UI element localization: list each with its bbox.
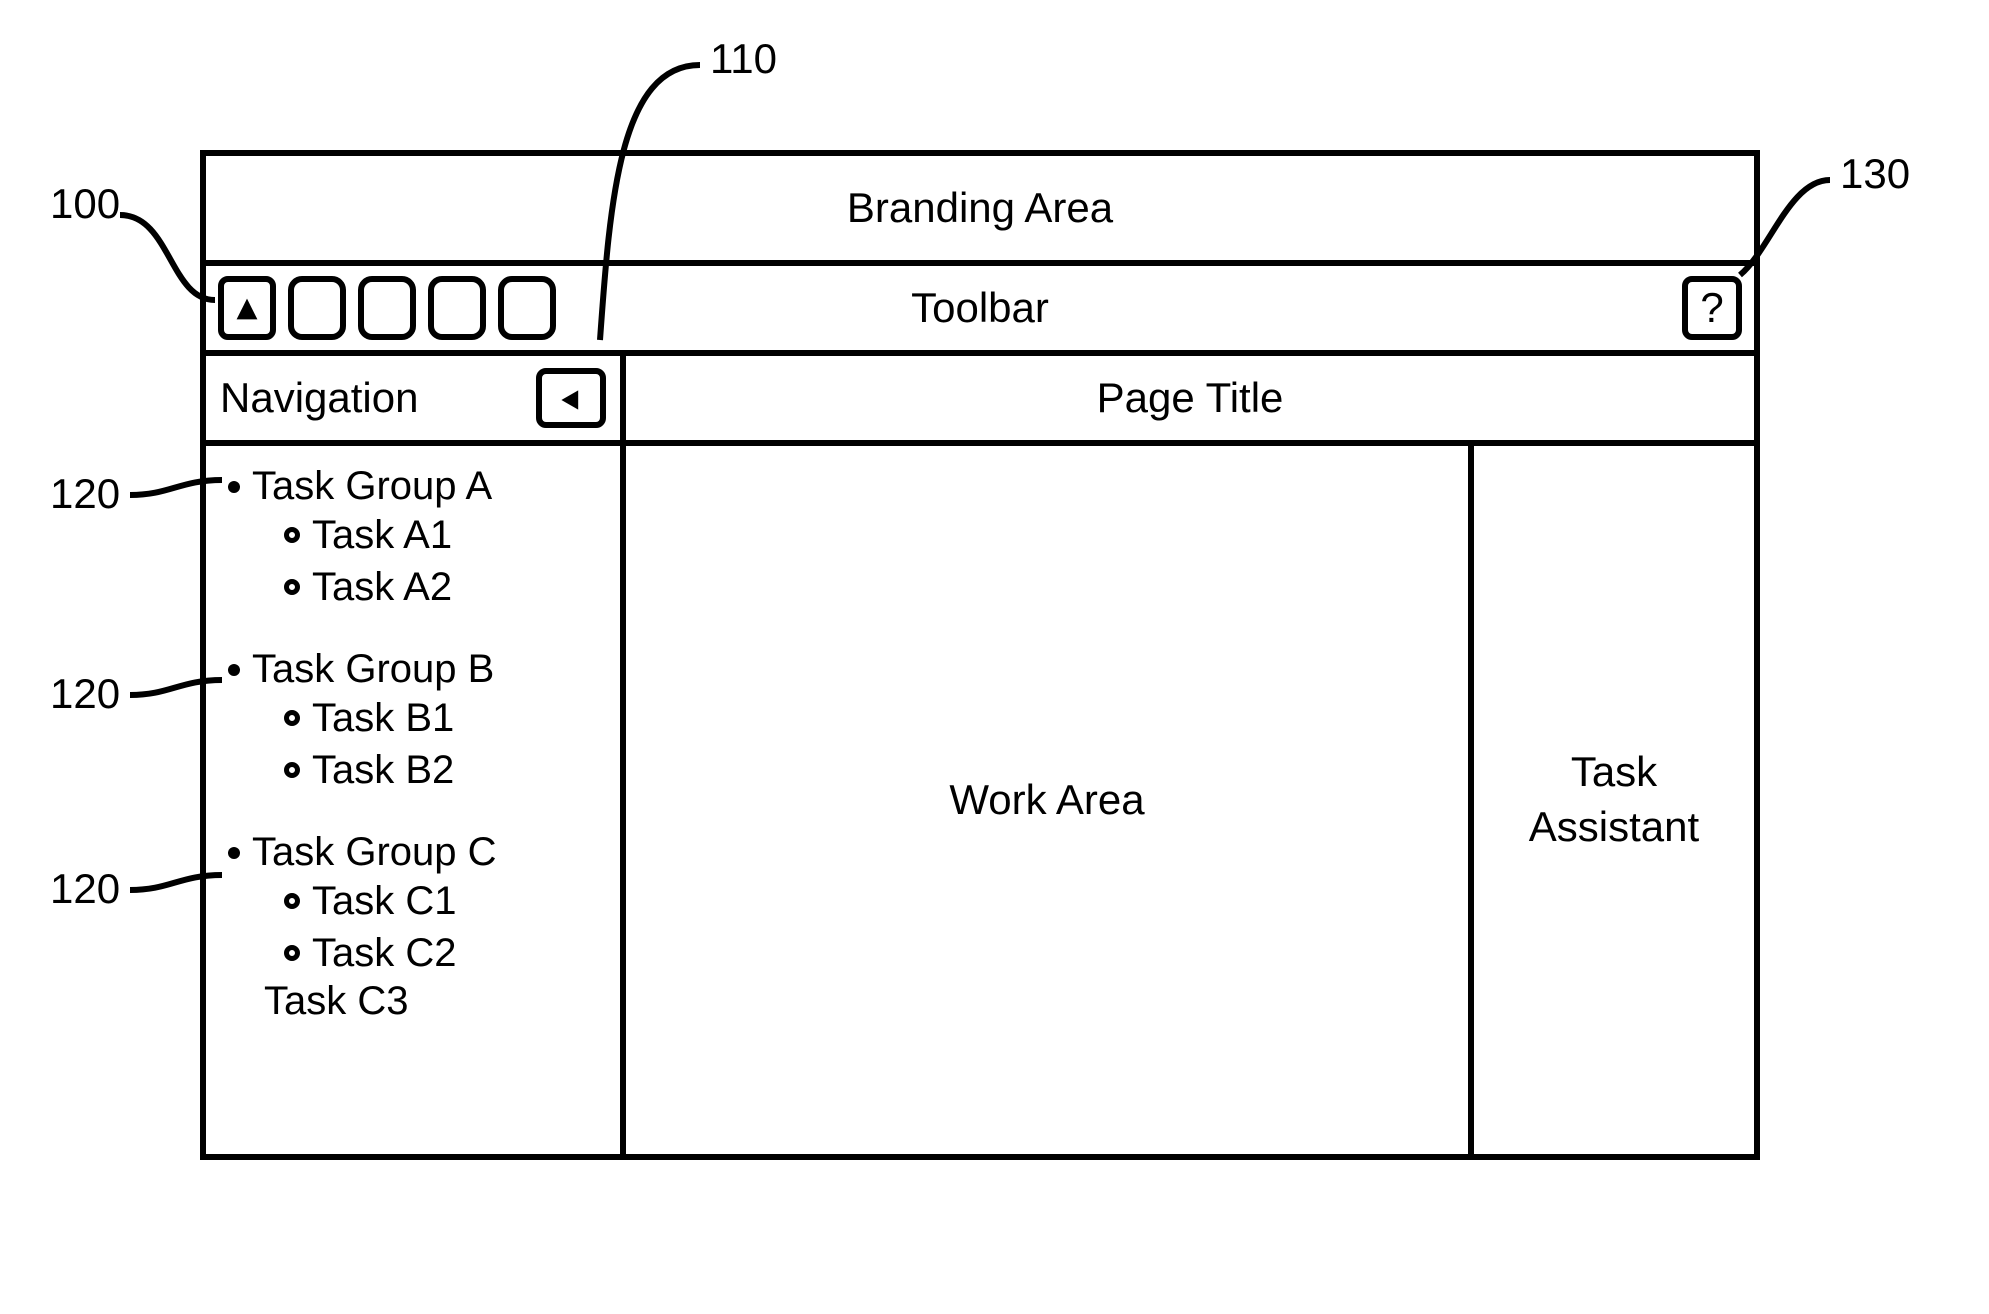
bullet-open-icon xyxy=(284,579,300,595)
task-group-label: Task Group B xyxy=(252,647,494,692)
toolbar-button-3[interactable] xyxy=(358,276,416,340)
toolbar-button-1[interactable] xyxy=(218,276,276,340)
navigation-body: Task Group A Task A1 Task A2 xyxy=(206,446,620,1154)
help-button[interactable]: ? xyxy=(1682,276,1742,340)
bullet-open-icon xyxy=(284,527,300,543)
navigation-label: Navigation xyxy=(220,374,418,422)
bullet-open-icon xyxy=(284,893,300,909)
task-label: Task C2 xyxy=(312,927,457,979)
callout-120b: 120 xyxy=(50,670,120,718)
callout-120a: 120 xyxy=(50,470,120,518)
toolbar: Toolbar ? xyxy=(206,266,1754,356)
task-group-label: Task Group C xyxy=(252,830,497,875)
main-body: Work Area Task Assistant xyxy=(626,446,1754,1154)
work-area-label: Work Area xyxy=(949,776,1144,824)
toolbar-button-group xyxy=(218,276,556,340)
task-item-c2[interactable]: Task C2 xyxy=(284,927,620,979)
task-label: Task C3 xyxy=(264,979,409,1023)
task-label: Task B2 xyxy=(312,744,454,796)
branding-area: Branding Area xyxy=(206,156,1754,266)
task-assistant-panel: Task Assistant xyxy=(1474,446,1754,1154)
task-label: Task A1 xyxy=(312,509,452,561)
app-frame: Branding Area Toolbar ? Navigation xyxy=(200,150,1760,1160)
task-label: Task C1 xyxy=(312,875,457,927)
collapse-nav-button[interactable] xyxy=(536,368,606,428)
bullet-filled-icon xyxy=(228,481,240,493)
callout-100: 100 xyxy=(50,180,120,228)
task-item-b2[interactable]: Task B2 xyxy=(284,744,620,796)
task-item-c1[interactable]: Task C1 xyxy=(284,875,620,927)
bullet-open-icon xyxy=(284,945,300,961)
content-row: Navigation Task Group A xyxy=(206,356,1754,1154)
task-label: Task B1 xyxy=(312,692,454,744)
toolbar-button-2[interactable] xyxy=(288,276,346,340)
navigation-panel: Navigation Task Group A xyxy=(206,356,626,1154)
task-item-a2[interactable]: Task A2 xyxy=(284,561,620,613)
callout-130: 130 xyxy=(1840,150,1910,198)
bullet-filled-icon xyxy=(228,847,240,859)
toolbar-button-5[interactable] xyxy=(498,276,556,340)
left-triangle-icon xyxy=(559,374,583,422)
task-group-a[interactable]: Task Group A Task A1 Task A2 xyxy=(206,464,620,613)
work-area: Work Area xyxy=(626,446,1474,1154)
main-column: Page Title Work Area Task Assistant xyxy=(626,356,1754,1154)
bullet-filled-icon xyxy=(228,664,240,676)
task-assistant-label: Task Assistant xyxy=(1529,745,1699,854)
bullet-open-icon xyxy=(284,762,300,778)
task-item-a1[interactable]: Task A1 xyxy=(284,509,620,561)
callout-120c: 120 xyxy=(50,865,120,913)
bullet-open-icon xyxy=(284,710,300,726)
task-group-c[interactable]: Task Group C Task C1 Task C2 xyxy=(206,830,620,979)
task-item-b1[interactable]: Task B1 xyxy=(284,692,620,744)
branding-label: Branding Area xyxy=(847,184,1113,232)
callout-110: 110 xyxy=(710,35,777,83)
toolbar-label: Toolbar xyxy=(911,284,1049,332)
toolbar-button-4[interactable] xyxy=(428,276,486,340)
help-icon: ? xyxy=(1700,284,1723,332)
task-group-b[interactable]: Task Group B Task B1 Task B2 xyxy=(206,647,620,796)
up-triangle-icon xyxy=(234,284,260,332)
task-label: Task A2 xyxy=(312,561,452,613)
page-title-label: Page Title xyxy=(1097,374,1284,422)
task-group-label: Task Group A xyxy=(252,464,492,509)
task-item-c3[interactable]: Task C3 xyxy=(206,979,620,1024)
navigation-header: Navigation xyxy=(206,356,620,446)
page-title: Page Title xyxy=(626,356,1754,446)
